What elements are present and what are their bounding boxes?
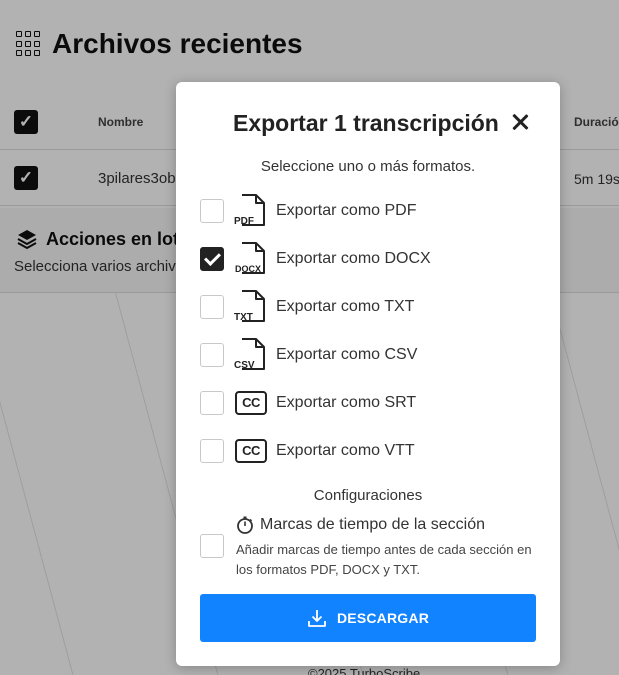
- format-label-docx: Exportar como DOCX: [276, 250, 431, 267]
- timestamps-description: Añadir marcas de tiempo antes de cada se…: [236, 542, 532, 577]
- format-checkbox-srt[interactable]: [200, 391, 224, 415]
- format-option-csv[interactable]: CSV Exportar como CSV: [200, 335, 540, 375]
- format-option-pdf[interactable]: PDF Exportar como PDF: [200, 191, 540, 231]
- format-checkbox-vtt[interactable]: [200, 439, 224, 463]
- download-button[interactable]: DESCARGAR: [200, 594, 536, 642]
- format-option-srt[interactable]: CC Exportar como SRT: [200, 383, 540, 423]
- download-button-label: DESCARGAR: [336, 610, 430, 626]
- docx-icon-text: DOCX: [235, 264, 261, 274]
- format-label-txt: Exportar como TXT: [276, 298, 415, 315]
- stopwatch-icon: [237, 516, 253, 534]
- export-modal: Exportar 1 transcripción Seleccione uno …: [176, 82, 560, 666]
- close-icon[interactable]: [508, 110, 532, 134]
- csv-icon-text: CSV: [234, 360, 255, 371]
- timestamps-label: Marcas de tiempo de la sección: [260, 516, 485, 533]
- format-option-docx[interactable]: DOCX Exportar como DOCX: [200, 239, 540, 279]
- format-checkbox-csv[interactable]: [200, 343, 224, 367]
- timestamps-setting[interactable]: Marcas de tiempo de la sección Añadir ma…: [200, 514, 540, 580]
- format-option-txt[interactable]: TXT Exportar como TXT: [200, 287, 540, 327]
- format-option-vtt[interactable]: CC Exportar como VTT: [200, 431, 540, 471]
- docx-file-icon: DOCX: [234, 241, 268, 277]
- pdf-file-icon: PDF: [234, 193, 268, 229]
- format-checkbox-docx[interactable]: [200, 247, 224, 271]
- closed-captions-icon: CC: [234, 433, 268, 469]
- closed-captions-icon: CC: [234, 385, 268, 421]
- format-label-csv: Exportar como CSV: [276, 346, 418, 363]
- csv-file-icon: CSV: [234, 337, 268, 373]
- modal-title: Exportar 1 transcripción: [233, 110, 499, 136]
- txt-icon-text: TXT: [234, 312, 253, 323]
- txt-file-icon: TXT: [234, 289, 268, 325]
- settings-title: Configuraciones: [313, 487, 423, 504]
- timestamps-label-group: Marcas de tiempo de la sección: [236, 516, 485, 534]
- format-checkbox-txt[interactable]: [200, 295, 224, 319]
- format-label-vtt: Exportar como VTT: [276, 442, 415, 459]
- modal-subtitle: Seleccione uno o más formatos.: [260, 158, 476, 175]
- pdf-icon-text: PDF: [234, 216, 254, 227]
- format-label-srt: Exportar como SRT: [276, 394, 417, 411]
- format-label-pdf: Exportar como PDF: [276, 202, 417, 219]
- download-icon: [308, 610, 326, 627]
- timestamps-checkbox[interactable]: [200, 534, 224, 558]
- format-checkbox-pdf[interactable]: [200, 199, 224, 223]
